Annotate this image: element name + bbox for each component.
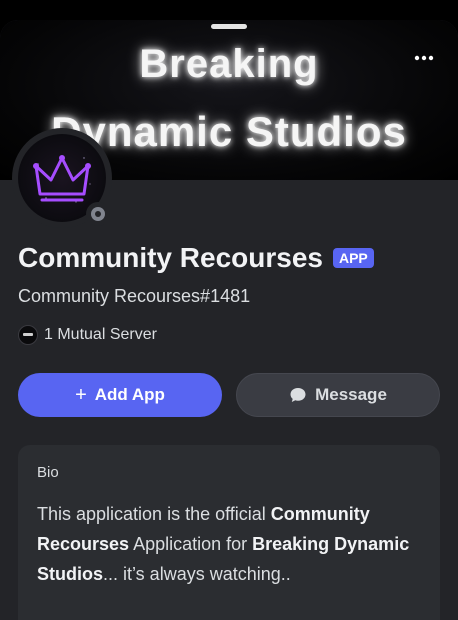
app-badge: APP — [332, 248, 374, 268]
message-label: Message — [315, 385, 387, 404]
status-indicator-offline — [86, 202, 110, 226]
mutual-servers-link[interactable]: 1 Mutual Server — [18, 325, 157, 345]
bio-segment: ... it’s always watching.. — [103, 564, 291, 584]
more-horizontal-icon — [414, 55, 434, 61]
plus-icon: + — [75, 384, 87, 406]
server-icon — [18, 325, 38, 345]
profile-sheet: Breaking Dynamic Studios Community Recou… — [0, 20, 458, 620]
bio-card: Bio This application is the official Com… — [18, 445, 440, 620]
banner-title-line1: Breaking — [139, 42, 319, 86]
bio-text: This application is the official Communi… — [37, 499, 429, 589]
display-name: Community Recourses — [18, 242, 323, 273]
avatar-container[interactable] — [12, 128, 112, 228]
message-button[interactable]: Message — [236, 373, 440, 417]
name-row: Community Recourses APP — [18, 242, 374, 274]
bio-segment: Application for — [129, 534, 253, 554]
mutual-servers-label: 1 Mutual Server — [44, 326, 157, 343]
username-tag[interactable]: Community Recourses#1481 — [18, 286, 250, 307]
bio-heading: Bio — [37, 464, 59, 481]
bio-segment: This application is the official — [37, 504, 271, 524]
drag-handle[interactable] — [211, 24, 247, 29]
add-app-label: Add App — [94, 385, 165, 404]
more-options-button[interactable] — [412, 44, 436, 64]
add-app-button[interactable]: + Add App — [18, 373, 222, 417]
chat-bubble-icon — [290, 388, 306, 402]
